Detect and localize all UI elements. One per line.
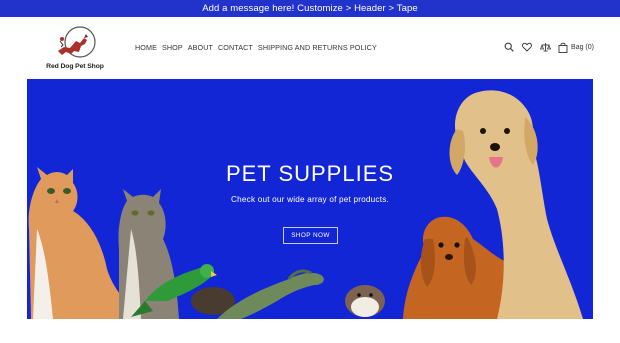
search-icon[interactable] [503,41,515,53]
hamster-image [345,285,385,317]
hero-subtitle: Check out our wide array of pet products… [231,195,389,204]
hero-banner: PET SUPPLIES Check out our wide array of… [27,79,593,319]
nav-item-about[interactable]: ABOUT [188,43,213,52]
announcement-bar: Add a message here! Customize > Header >… [0,0,620,17]
heart-icon[interactable] [521,41,533,53]
nav-item-shop[interactable]: SHOP [162,43,183,52]
red-dog-logo-icon [58,26,96,58]
site-header: Red Dog Pet Shop HOME SHOP ABOUT CONTACT… [0,17,620,78]
nav-item-home[interactable]: HOME [135,43,157,52]
brand-logo[interactable]: Red Dog Pet Shop [44,25,106,73]
bag-icon [558,42,568,53]
nav-item-shipping-returns[interactable]: SHIPPING AND RETURNS POLICY [258,43,377,52]
hero-title: PET SUPPLIES [225,161,395,186]
main-nav: HOME SHOP ABOUT CONTACT SHIPPING AND RET… [135,43,382,52]
nav-item-contact[interactable]: CONTACT [218,43,253,52]
bag-button[interactable]: Bag (0) [558,42,594,53]
brand-name: Red Dog Pet Shop [46,63,104,70]
iguana-image [217,269,324,319]
scale-icon[interactable] [539,41,551,53]
announcement-text: Add a message here! Customize > Header >… [202,3,418,14]
header-actions: Bag (0) [497,41,594,53]
bag-label: Bag (0) [571,43,594,51]
shop-now-button[interactable]: SHOP NOW [283,227,338,244]
